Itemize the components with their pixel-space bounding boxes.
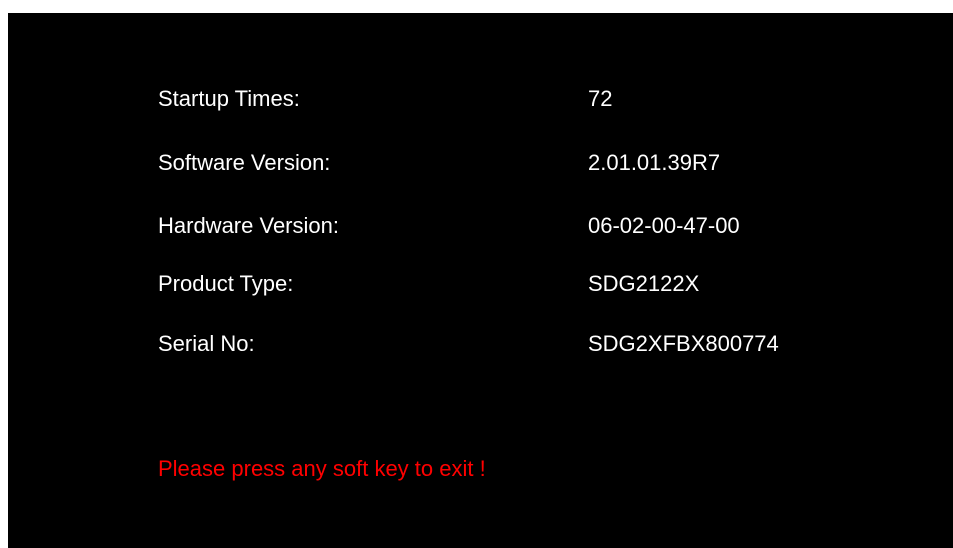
hardware-version-value: 06-02-00-47-00: [588, 213, 740, 238]
hardware-version-row: Hardware Version: 06-02-00-47-00: [158, 210, 918, 242]
software-version-row: Software Version: 2.01.01.39R7: [158, 147, 918, 179]
software-version-value: 2.01.01.39R7: [588, 150, 721, 175]
serial-no-label: Serial No:: [158, 331, 255, 356]
startup-times-row: Startup Times: 72: [158, 83, 918, 115]
software-version-label: Software Version:: [158, 150, 331, 175]
product-type-row: Product Type: SDG2122X: [158, 268, 918, 300]
exit-hint-message: Please press any soft key to exit !: [158, 456, 486, 481]
system-info-screen: Startup Times: 72 Software Version: 2.01…: [8, 13, 953, 548]
serial-no-row: Serial No: SDG2XFBX800774: [158, 328, 918, 360]
hardware-version-label: Hardware Version:: [158, 213, 339, 238]
startup-times-label: Startup Times:: [158, 86, 300, 111]
startup-times-value: 72: [588, 86, 613, 111]
product-type-value: SDG2122X: [588, 271, 700, 296]
serial-no-value: SDG2XFBX800774: [588, 331, 779, 356]
product-type-label: Product Type:: [158, 271, 294, 296]
